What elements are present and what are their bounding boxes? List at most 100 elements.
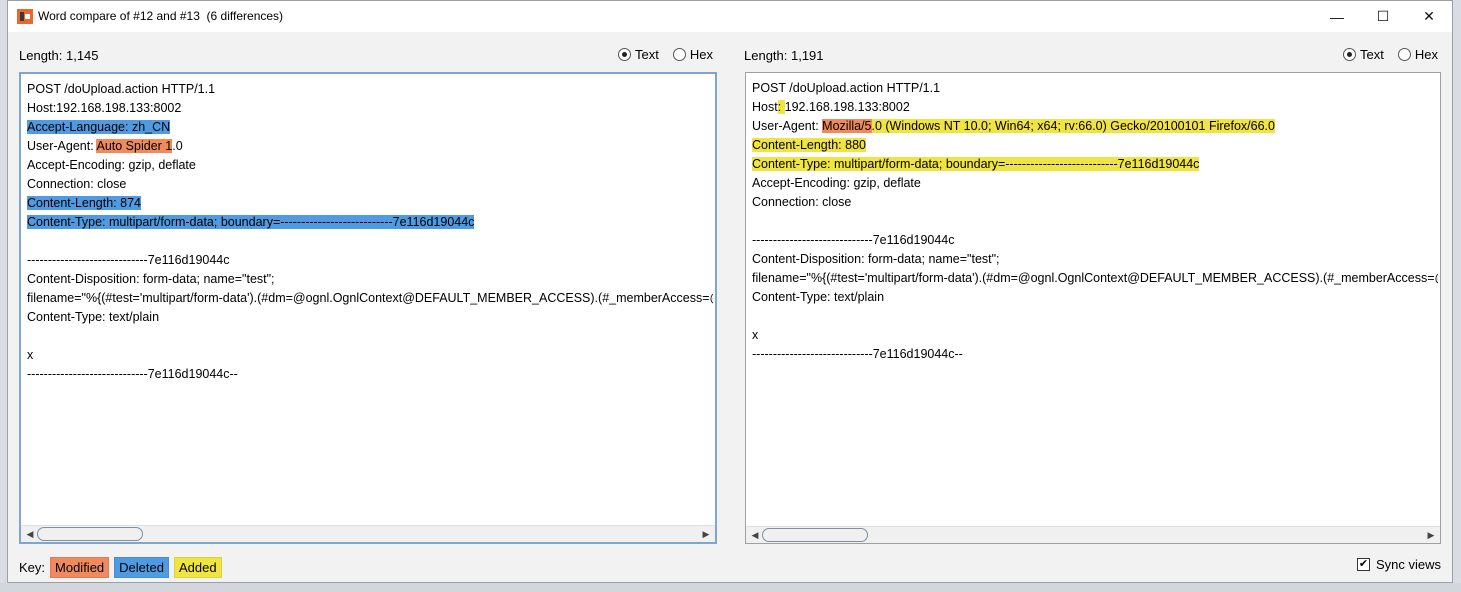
close-icon: ✕: [1423, 8, 1435, 24]
right-text-line: x: [752, 326, 1438, 345]
left-horizontal-scrollbar[interactable]: ◀ ▶: [21, 525, 715, 542]
left-text-line: -----------------------------7e116d19044…: [27, 251, 713, 270]
text-segment: x: [27, 348, 34, 362]
left-text-line: Connection: close: [27, 175, 713, 194]
right-text-line: Content-Length: 880: [752, 136, 1438, 155]
diff-add-segment: :: [777, 100, 785, 114]
left-hex-radio[interactable]: [672, 48, 686, 61]
close-button[interactable]: ✕: [1406, 1, 1452, 32]
right-scroll-thumb[interactable]: [762, 528, 868, 542]
right-text-pane[interactable]: POST /doUpload.action HTTP/1.1 Host: 192.…: [745, 72, 1441, 544]
right-text-content[interactable]: POST /doUpload.action HTTP/1.1 Host: 192.…: [752, 79, 1438, 525]
right-horizontal-scrollbar[interactable]: ◀ ▶: [746, 526, 1440, 543]
text-segment: Content-Disposition: form-data; name="te…: [752, 252, 1000, 266]
left-text-line: Accept-Language: zh_CN: [27, 118, 713, 137]
text-segment: Content-Type: text/plain: [752, 290, 885, 304]
left-text-line: [27, 232, 713, 251]
key-label: Key:: [19, 560, 46, 575]
background-window-strip: [0, 583, 1461, 592]
diff-add-segment: Content-Length: 880: [752, 138, 866, 152]
text-segment: 192.168.198.133:8002: [784, 100, 910, 114]
right-text-radio[interactable]: [1343, 48, 1356, 61]
minimize-button[interactable]: —: [1314, 1, 1360, 32]
left-text-line: Host:192.168.198.133:8002: [27, 99, 713, 118]
diff-key-legend: Key: Modified Deleted Added: [19, 557, 222, 578]
text-segment: Accept-Encoding: gzip, deflate: [27, 158, 196, 172]
text-segment: Connection: close: [27, 177, 127, 191]
right-hex-radio[interactable]: [1397, 48, 1411, 61]
text-segment: Host: [752, 100, 778, 114]
left-text-line: [27, 327, 713, 346]
right-text-line: [752, 307, 1438, 326]
left-view-mode: Text Hex: [618, 47, 713, 62]
left-text-line: Content-Length: 874: [27, 194, 713, 213]
text-segment: -----------------------------7e116d19044…: [27, 367, 238, 381]
right-length-label: Length: 1,191: [744, 48, 824, 63]
right-text-line: -----------------------------7e116d19044…: [752, 231, 1438, 250]
right-text-line: filename="%{(#test='multipart/form-data'…: [752, 269, 1438, 288]
scroll-right-icon[interactable]: ▶: [1424, 529, 1438, 541]
left-text-pane[interactable]: POST /doUpload.action HTTP/1.1 Host:192.1…: [19, 72, 717, 544]
key-added-chip: Added: [173, 557, 222, 578]
sync-views-option[interactable]: ✔ Sync views: [1356, 557, 1441, 572]
text-segment: filename="%{(#test='multipart/form-data'…: [27, 291, 713, 305]
text-segment: x: [752, 328, 759, 342]
left-text-line: x: [27, 346, 713, 365]
text-segment: Connection: close: [752, 195, 852, 209]
key-modified-chip: Modified: [50, 557, 110, 578]
left-text-radio-label[interactable]: Text: [635, 47, 659, 62]
left-length-label: Length: 1,145: [19, 48, 99, 63]
diff-mod-segment: Mozilla/5: [822, 119, 872, 133]
sync-views-label[interactable]: Sync views: [1376, 557, 1441, 572]
text-segment: POST /doUpload.action HTTP/1.1: [752, 81, 941, 95]
right-text-line: Content-Type: text/plain: [752, 288, 1438, 307]
right-text-radio-label[interactable]: Text: [1360, 47, 1384, 62]
text-segment: Host:192.168.198.133:8002: [27, 101, 182, 115]
diff-del-segment: Accept-Language: zh_CN: [27, 120, 171, 134]
text-segment: filename="%{(#test='multipart/form-data'…: [752, 271, 1438, 285]
text-segment: POST /doUpload.action HTTP/1.1: [27, 82, 216, 96]
right-text-line: Content-Disposition: form-data; name="te…: [752, 250, 1438, 269]
scroll-left-icon[interactable]: ◀: [748, 529, 762, 541]
right-text-line: Accept-Encoding: gzip, deflate: [752, 174, 1438, 193]
left-text-line: filename="%{(#test='multipart/form-data'…: [27, 289, 713, 308]
maximize-icon: ☐: [1376, 8, 1390, 24]
right-text-line: User-Agent: Mozilla/5.0 (Windows NT 10.0…: [752, 117, 1438, 136]
text-segment: -----------------------------7e116d19044…: [752, 233, 955, 247]
left-text-line: Content-Disposition: form-data; name="te…: [27, 270, 713, 289]
text-segment: -----------------------------7e116d19044…: [752, 347, 963, 361]
diff-add-segment: .0 (Windows NT 10.0; Win64; x64; rv:66.0…: [871, 119, 1275, 133]
text-segment: -----------------------------7e116d19044…: [27, 253, 230, 267]
burp-app-icon: [17, 9, 33, 24]
left-text-line: User-Agent: Auto Spider 1.0: [27, 137, 713, 156]
window-title: Word compare of #12 and #13 (6 differenc…: [38, 9, 284, 23]
right-text-line: POST /doUpload.action HTTP/1.1: [752, 79, 1438, 98]
diff-del-segment: Content-Type: multipart/form-data; bound…: [27, 215, 475, 229]
right-view-mode: Text Hex: [1343, 47, 1438, 62]
minimize-icon: —: [1330, 8, 1344, 25]
sync-views-checkbox[interactable]: ✔: [1356, 558, 1370, 571]
left-text-line: Content-Type: multipart/form-data; bound…: [27, 213, 713, 232]
text-segment: Content-Type: text/plain: [27, 310, 160, 324]
left-scroll-thumb[interactable]: [37, 527, 143, 541]
title-bar: Word compare of #12 and #13 (6 differenc…: [8, 1, 1452, 32]
left-hex-radio-label[interactable]: Hex: [690, 47, 713, 62]
left-text-line: Accept-Encoding: gzip, deflate: [27, 156, 713, 175]
diff-add-segment: Content-Type: multipart/form-data; bound…: [752, 157, 1200, 171]
scroll-right-icon[interactable]: ▶: [699, 528, 713, 540]
left-text-content[interactable]: POST /doUpload.action HTTP/1.1 Host:192.1…: [27, 80, 713, 524]
compare-content: Length: 1,145 Text Hex Length: 1,191 Tex…: [8, 32, 1452, 582]
right-hex-radio-label[interactable]: Hex: [1415, 47, 1438, 62]
right-text-line: -----------------------------7e116d19044…: [752, 345, 1438, 364]
left-text-line: Content-Type: text/plain: [27, 308, 713, 327]
left-text-radio[interactable]: [618, 48, 631, 61]
text-segment: User-Agent:: [27, 139, 97, 153]
left-text-line: POST /doUpload.action HTTP/1.1: [27, 80, 713, 99]
text-segment: .0: [172, 139, 183, 153]
scroll-left-icon[interactable]: ◀: [23, 528, 37, 540]
maximize-button[interactable]: ☐: [1360, 1, 1406, 32]
diff-del-segment: Content-Length: 874: [27, 196, 141, 210]
text-segment: Accept-Encoding: gzip, deflate: [752, 176, 921, 190]
text-segment: Content-Disposition: form-data; name="te…: [27, 272, 275, 286]
compare-window: Word compare of #12 and #13 (6 differenc…: [7, 0, 1453, 583]
